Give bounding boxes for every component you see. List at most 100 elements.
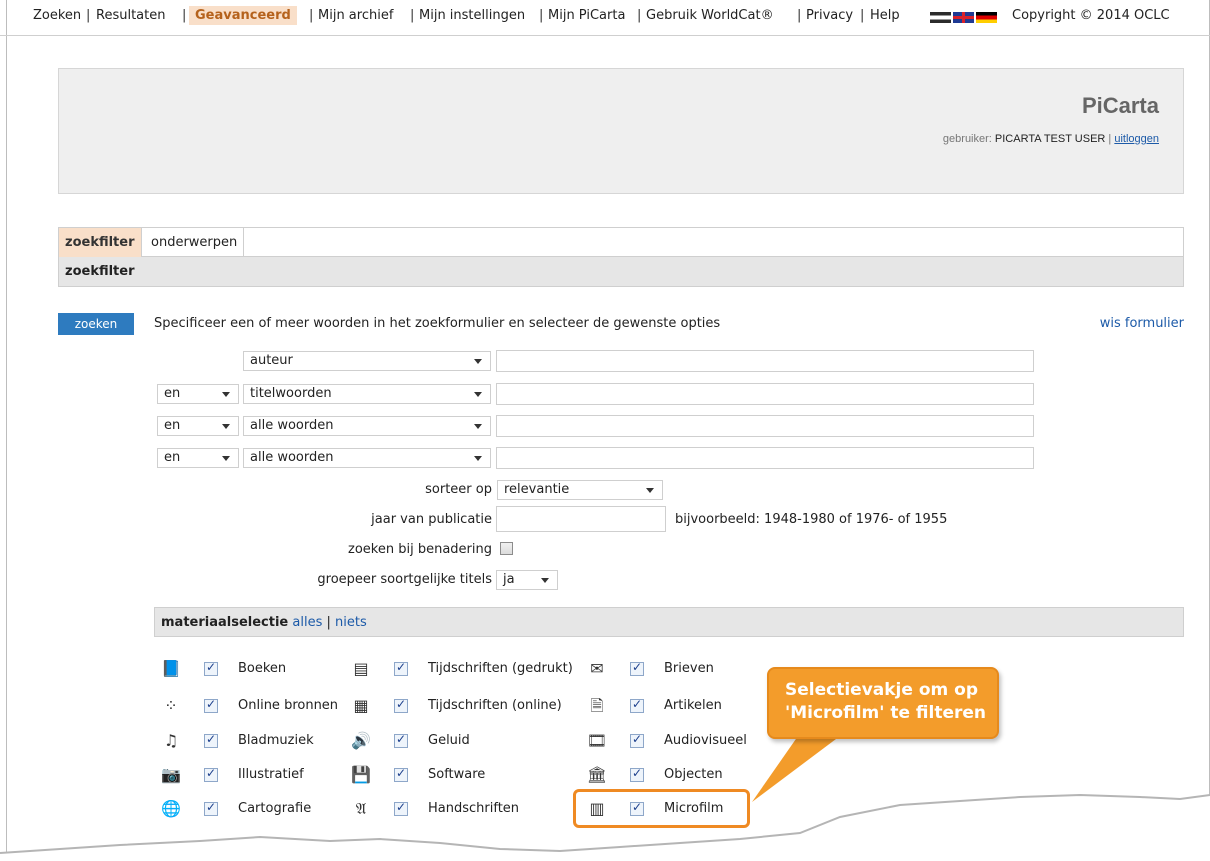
english-flag-icon[interactable] (953, 12, 974, 23)
user-info: gebruiker: PICARTA TEST USER | uitloggen (943, 133, 1159, 145)
field-select-value: auteur (250, 353, 293, 368)
user-label: gebruiker: (942, 133, 992, 145)
chevron-down-icon (541, 578, 549, 583)
field-select-3[interactable]: alle woorden (243, 416, 491, 436)
field-select-value: titelwoorden (250, 386, 332, 401)
language-flags (930, 12, 997, 23)
copyright-text: Copyright © 2014 OCLC (1012, 8, 1170, 23)
german-flag-icon[interactable] (976, 12, 997, 23)
approx-checkbox[interactable] (500, 542, 513, 555)
operator-select-value: en (164, 386, 181, 401)
search-term-input-2[interactable] (496, 383, 1034, 405)
operator-select-2[interactable]: en (157, 384, 239, 404)
chevron-down-icon (222, 456, 230, 461)
clear-form-link[interactable]: wis formulier (1100, 316, 1184, 331)
material-label: Brieven (664, 661, 714, 676)
material-label: Geluid (428, 733, 470, 748)
nav-resultaten[interactable]: Resultaten (96, 8, 165, 23)
group-select[interactable]: ja (496, 570, 558, 590)
select-none-link[interactable]: niets (335, 615, 367, 630)
select-all-link[interactable]: alles (292, 615, 322, 630)
callout-line-1: Selectievakje om op (785, 680, 978, 700)
callout-line-2: 'Microfilm' te filteren (785, 703, 987, 723)
group-label: groepeer soortgelijke titels (317, 572, 492, 587)
sort-select-value: relevantie (504, 482, 570, 497)
nav-separator: | (860, 8, 865, 23)
field-select-value: alle woorden (250, 418, 334, 433)
filter-tabs: zoekfilter onderwerpen (58, 227, 1184, 258)
search-term-input-4[interactable] (496, 447, 1034, 469)
material-label: Online bronnen (238, 698, 339, 713)
book-icon: 📘 (161, 659, 181, 678)
brand-logo: PiCarta (1081, 93, 1159, 118)
chevron-down-icon (222, 424, 230, 429)
nav-mijn-picarta[interactable]: Mijn PiCarta (548, 8, 625, 23)
material-checkbox-boeken[interactable] (204, 660, 218, 676)
speaker-icon: 🔊 (351, 731, 371, 750)
chevron-down-icon (474, 359, 482, 364)
search-term-input-1[interactable] (496, 350, 1034, 372)
top-navigation: Zoeken | Resultaten | Geavanceerd | Mijn… (0, 0, 1210, 36)
field-select-1[interactable]: auteur (243, 351, 491, 371)
material-checkbox-illustratief[interactable] (204, 766, 218, 782)
material-checkbox-online-bronnen[interactable] (204, 697, 218, 713)
material-checkbox-tijdschriften-online[interactable] (394, 697, 408, 713)
sheet-music-icon: ♫ (163, 731, 179, 750)
film-icon: 🎞 (586, 731, 608, 750)
material-checkbox-tijdschriften-gedrukt[interactable] (394, 660, 408, 676)
envelope-icon: ✉ (590, 659, 604, 678)
material-checkbox-brieven[interactable] (630, 660, 644, 676)
material-label: Objecten (664, 767, 723, 782)
nav-mijn-instellingen[interactable]: Mijn instellingen (419, 8, 525, 23)
sort-label: sorteer op (425, 482, 492, 497)
year-input[interactable] (496, 506, 666, 532)
year-example: bijvoorbeeld: 1948-1980 of 1976- of 1955 (675, 512, 948, 527)
material-selection-header: materiaalselectie alles | niets (154, 607, 1184, 637)
section-title: zoekfilter (58, 257, 1184, 287)
nav-mijn-archief[interactable]: Mijn archief (318, 8, 393, 23)
field-select-4[interactable]: alle woorden (243, 448, 491, 468)
dutch-flag-icon[interactable] (930, 12, 951, 23)
nav-separator: | (182, 8, 187, 23)
operator-select-3[interactable]: en (157, 416, 239, 436)
camera-icon: 📷 (161, 765, 181, 784)
logout-link[interactable]: uitloggen (1114, 133, 1159, 145)
operator-select-value: en (164, 450, 181, 465)
material-label: Tijdschriften (gedrukt) (428, 661, 573, 676)
operator-select-value: en (164, 418, 181, 433)
material-checkbox-geluid[interactable] (394, 732, 408, 748)
material-checkbox-audiovisueel[interactable] (630, 732, 644, 748)
material-checkbox-software[interactable] (394, 766, 408, 782)
operator-select-4[interactable]: en (157, 448, 239, 468)
search-button[interactable]: zoeken (58, 313, 134, 335)
field-select-2[interactable]: titelwoorden (243, 384, 491, 404)
search-term-input-3[interactable] (496, 415, 1034, 437)
user-separator: | (1108, 133, 1112, 145)
journal-icon: ▤ (353, 659, 369, 678)
object-icon: 🏛 (586, 765, 608, 784)
nav-zoeken[interactable]: Zoeken (33, 8, 81, 23)
user-name: PICARTA TEST USER (994, 133, 1106, 145)
floppy-icon: 💾 (351, 765, 371, 784)
tab-onderwerpen[interactable]: onderwerpen (145, 228, 245, 258)
field-select-value: alle woorden (250, 450, 334, 465)
chevron-down-icon (474, 424, 482, 429)
material-label: Illustratief (238, 767, 304, 782)
nav-separator: | (539, 8, 544, 23)
article-icon: 🗎 (590, 696, 604, 715)
material-label: Tijdschriften (online) (428, 698, 562, 713)
annotation-callout: Selectievakje om op 'Microfilm' te filte… (767, 667, 999, 739)
nav-separator: | (797, 8, 802, 23)
nav-separator: | (410, 8, 415, 23)
nav-gebruik-worldcat[interactable]: Gebruik WorldCat® (646, 8, 774, 23)
material-checkbox-bladmuziek[interactable] (204, 732, 218, 748)
nav-privacy[interactable]: Privacy (806, 8, 853, 23)
material-checkbox-objecten[interactable] (630, 766, 644, 782)
nav-help[interactable]: Help (870, 8, 900, 23)
nav-separator: | (86, 8, 91, 23)
nav-geavanceerd[interactable]: Geavanceerd (189, 6, 297, 25)
journal-online-icon: ▦ (353, 696, 369, 715)
sort-select[interactable]: relevantie (497, 480, 663, 500)
material-checkbox-artikelen[interactable] (630, 697, 644, 713)
tab-zoekfilter[interactable]: zoekfilter (59, 228, 142, 258)
